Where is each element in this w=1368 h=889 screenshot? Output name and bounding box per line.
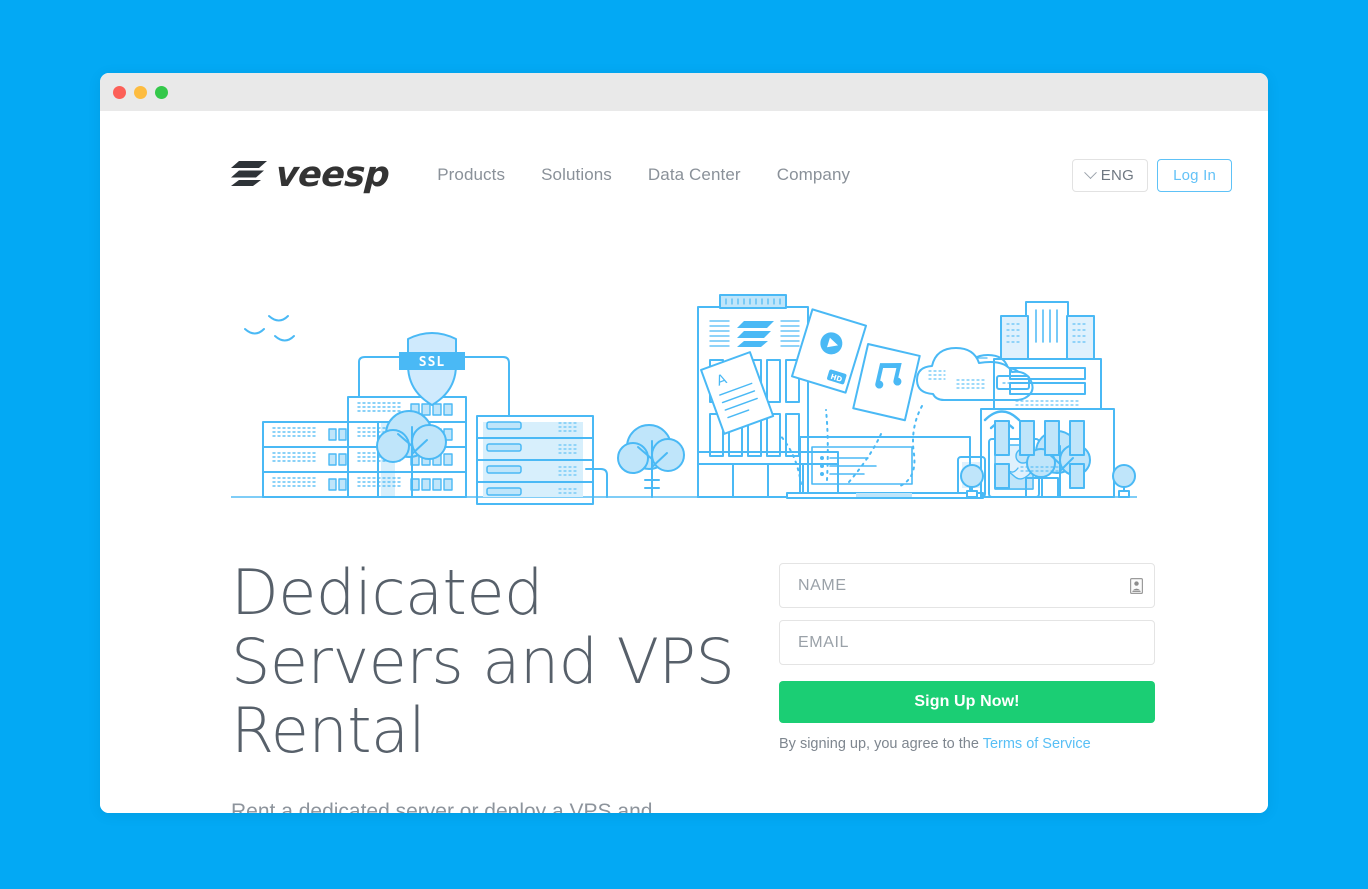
veesp-stack-logo-icon [231, 160, 267, 191]
site-logo[interactable]: veesp [231, 155, 391, 195]
maximize-window-button[interactable] [155, 85, 168, 99]
hero-subtitle: Rent a dedicated server or deploy a VPS … [231, 800, 653, 813]
hero-text-column: Dedicated Servers and VPS Rental Rent a … [231, 558, 751, 813]
nav-item-products[interactable]: Products [437, 165, 505, 185]
main-navigation: Products Solutions Data Center Company [437, 165, 850, 185]
nav-item-solutions[interactable]: Solutions [541, 165, 612, 185]
window-titlebar [100, 73, 1268, 111]
language-selector[interactable]: ENG [1071, 158, 1149, 192]
terms-agreement-text: By signing up, you agree to the Terms of… [779, 736, 1155, 752]
minimize-window-button[interactable] [134, 85, 147, 99]
svg-text:SSL: SSL [419, 355, 445, 370]
terms-prefix-text: By signing up, you agree to the [779, 736, 983, 752]
login-button[interactable]: Log In [1157, 158, 1232, 192]
page-title: Dedicated Servers and VPS Rental [231, 556, 735, 767]
name-input[interactable] [779, 563, 1155, 608]
site-header: veesp Products Solutions Data Center Com… [100, 111, 1268, 239]
sign-up-button[interactable]: Sign Up Now! [779, 681, 1155, 723]
hero-section: Dedicated Servers and VPS Rental Rent a … [231, 558, 1155, 813]
ssl-shield-icon: SSL [399, 332, 465, 406]
nav-item-company[interactable]: Company [777, 165, 850, 185]
browser-window: veesp Products Solutions Data Center Com… [100, 73, 1268, 813]
data-center-city-illustration: SSL A HD [230, 294, 1138, 509]
language-label: ENG [1100, 166, 1135, 184]
email-input[interactable] [779, 620, 1155, 665]
name-field-wrapper [779, 563, 1155, 608]
header-actions: ENG Log In [1071, 158, 1232, 192]
chevron-down-icon [1083, 165, 1097, 179]
terms-of-service-link[interactable]: Terms of Service [983, 736, 1091, 752]
close-window-button[interactable] [113, 85, 126, 99]
page-content: veesp Products Solutions Data Center Com… [100, 111, 1268, 813]
site-logo-text: veesp [274, 155, 391, 195]
signup-form: Sign Up Now! By signing up, you agree to… [779, 563, 1155, 752]
email-field-wrapper [779, 620, 1155, 665]
nav-item-data-center[interactable]: Data Center [648, 165, 741, 185]
